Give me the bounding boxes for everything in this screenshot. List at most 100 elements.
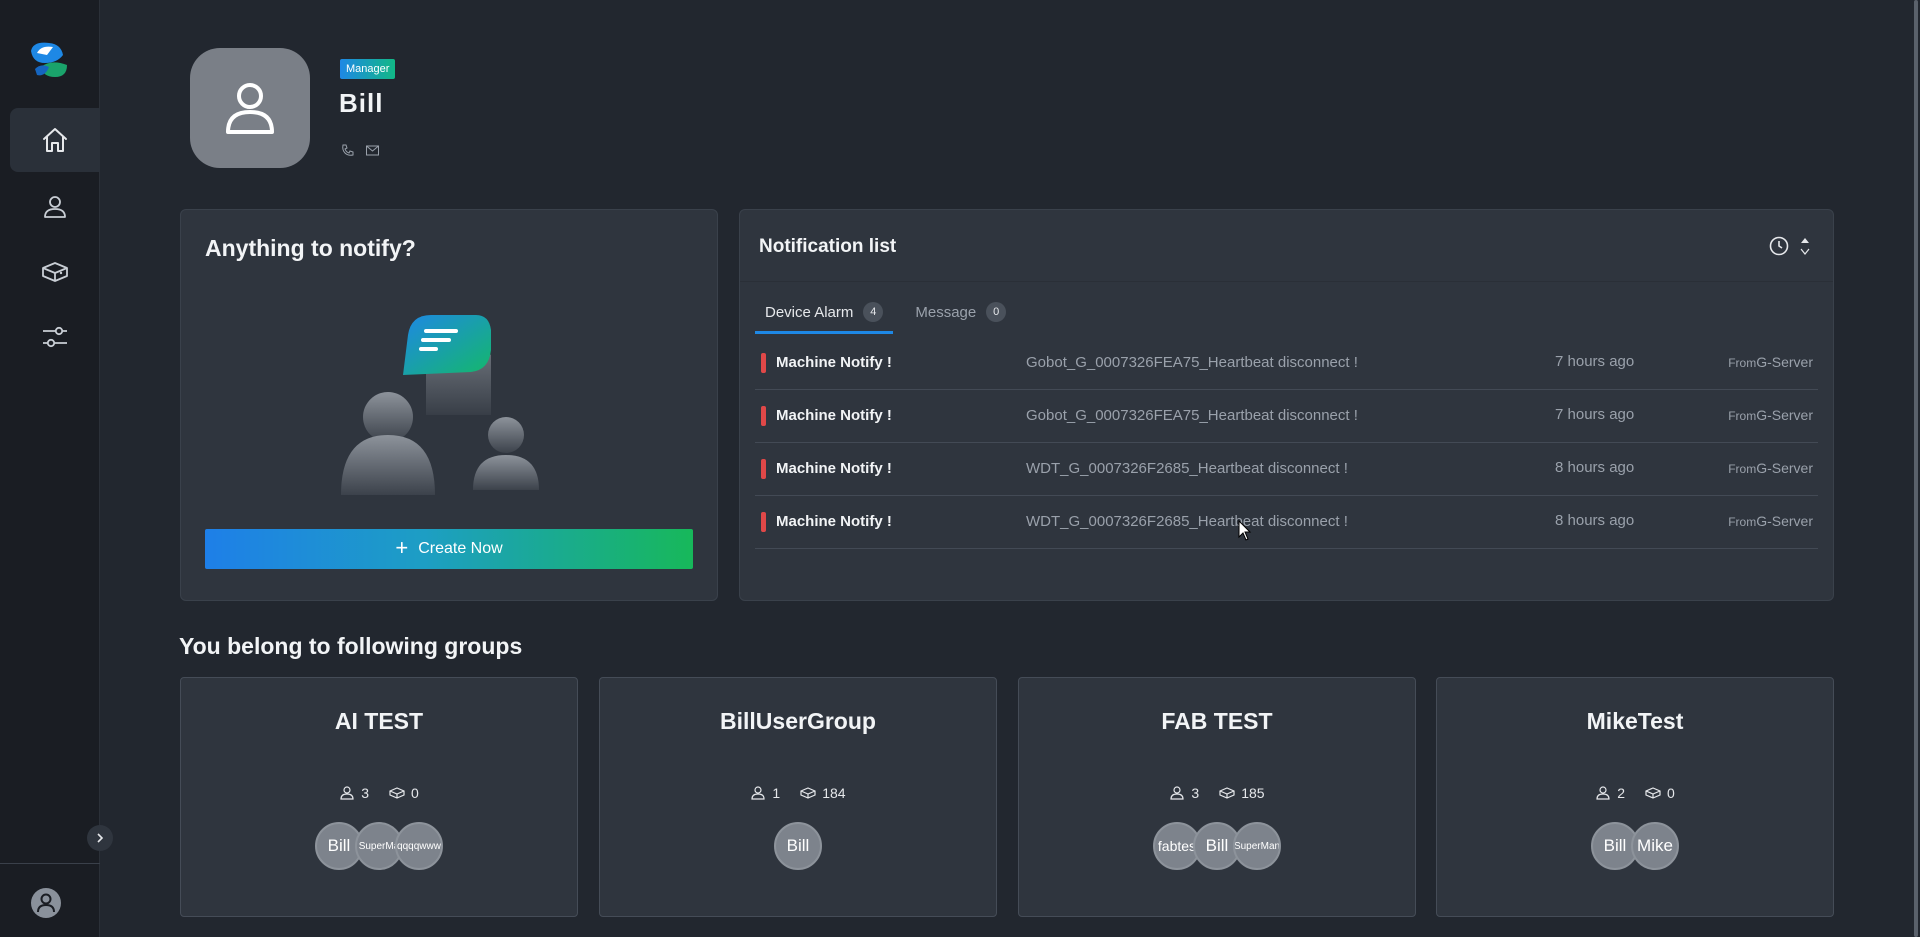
group-card-miketest[interactable]: MikeTest 2 0 Bill Mike — [1436, 677, 1834, 917]
notify-card-title: Anything to notify? — [205, 235, 416, 261]
groups-section-title: You belong to following groups — [179, 633, 523, 659]
app-logo[interactable] — [27, 37, 71, 81]
notification-title: Machine Notify ! — [776, 354, 892, 371]
notification-tabs: Device Alarm 4 Message 0 — [755, 290, 1016, 334]
group-name: FAB TEST — [1161, 708, 1273, 734]
sidebar-item-devices[interactable] — [10, 240, 100, 304]
user-icon — [37, 893, 55, 913]
tab-device-alarm[interactable]: Device Alarm 4 — [755, 290, 894, 334]
chevron-right-icon — [97, 833, 104, 843]
group-name: MikeTest — [1586, 708, 1684, 734]
notification-source: FromG-Server — [1728, 513, 1813, 529]
device-count: 185 — [1241, 785, 1265, 801]
profile-avatar — [190, 48, 310, 168]
from-prefix: From — [1728, 462, 1757, 476]
member-avatar[interactable]: qqqqwww — [395, 822, 443, 870]
device-icon — [1645, 785, 1661, 801]
group-name: AI TEST — [334, 708, 424, 734]
history-clock-icon[interactable] — [1768, 235, 1790, 257]
sidebar-item-home[interactable] — [10, 108, 100, 172]
user-count: 1 — [772, 785, 781, 801]
scrollbar-thumb[interactable] — [1914, 0, 1918, 937]
sidebar-expand-button[interactable] — [87, 825, 113, 851]
group-card-billusergroup[interactable]: BillUserGroup 1 184 Bill — [599, 677, 997, 917]
member-avatar[interactable]: Bill — [774, 822, 822, 870]
member-avatars: Bill SuperMa qqqqwww — [181, 822, 577, 870]
user-icon — [44, 196, 66, 218]
member-avatars: Bill Mike — [1437, 822, 1833, 870]
tab-message[interactable]: Message 0 — [905, 290, 1016, 334]
device-icon — [800, 785, 816, 801]
tab-label: Device Alarm — [765, 303, 854, 321]
create-now-button[interactable]: + Create Now — [205, 529, 693, 569]
device-icon — [42, 262, 68, 282]
group-stats: 3 0 — [181, 785, 577, 801]
from-value: G-Server — [1756, 460, 1813, 476]
member-avatar[interactable]: SuperMan — [1233, 822, 1281, 870]
user-count: 3 — [1191, 785, 1200, 801]
member-avatars: Bill — [600, 822, 996, 870]
user-icon — [226, 83, 274, 134]
device-icon — [389, 785, 405, 801]
notification-title: Machine Notify ! — [776, 513, 892, 530]
group-stats: 2 0 — [1437, 785, 1833, 801]
member-avatars: fabtes Bill SuperMan — [1019, 822, 1415, 870]
notification-source: FromG-Server — [1728, 460, 1813, 476]
notification-message: Gobot_G_0007326FEA75_Heartbeat disconnec… — [1026, 354, 1358, 371]
group-name: BillUserGroup — [720, 708, 876, 734]
notification-title: Machine Notify ! — [776, 407, 892, 424]
account-avatar[interactable] — [31, 888, 61, 918]
notification-list-card: Notification list Device Alarm 4 Message… — [739, 209, 1834, 601]
contact-icons — [340, 143, 380, 158]
sidebar-item-users[interactable] — [10, 175, 100, 239]
create-now-label: Create Now — [418, 540, 503, 557]
user-icon — [1169, 785, 1185, 801]
count-badge: 4 — [863, 302, 884, 322]
phone-icon[interactable] — [340, 143, 355, 158]
user-icon — [339, 785, 355, 801]
group-stats: 1 184 — [600, 785, 996, 801]
notification-source: FromG-Server — [1728, 354, 1813, 370]
from-prefix: From — [1728, 409, 1757, 423]
role-badge: Manager — [340, 59, 396, 79]
from-prefix: From — [1728, 356, 1757, 370]
alarm-indicator — [761, 353, 766, 373]
alarm-indicator — [761, 459, 766, 479]
device-icon — [1219, 785, 1235, 801]
member-avatar[interactable]: Mike — [1631, 822, 1679, 870]
group-card-fab-test[interactable]: FAB TEST 3 185 fabtes Bill SuperMan — [1018, 677, 1416, 917]
alarm-indicator — [761, 512, 766, 532]
page-scrollbar[interactable] — [1912, 0, 1920, 937]
notification-row[interactable]: Machine Notify ! WDT_G_0007326F2685_Hear… — [755, 496, 1818, 549]
sort-icon[interactable] — [1799, 233, 1811, 259]
tab-label: Message — [915, 303, 977, 321]
from-prefix: From — [1728, 515, 1757, 529]
notification-message: WDT_G_0007326F2685_Heartbeat disconnect … — [1026, 460, 1348, 477]
mail-icon[interactable] — [365, 143, 380, 158]
notification-row[interactable]: Machine Notify ! Gobot_G_0007326FEA75_He… — [755, 390, 1818, 443]
from-value: G-Server — [1756, 407, 1813, 423]
notification-row[interactable]: Machine Notify ! Gobot_G_0007326FEA75_He… — [755, 337, 1818, 390]
device-count: 0 — [1667, 785, 1675, 801]
user-icon — [1595, 785, 1611, 801]
sidebar-item-settings[interactable] — [10, 305, 100, 369]
notification-time: 8 hours ago — [1555, 512, 1635, 529]
notification-list-header: Notification list — [740, 210, 1833, 282]
user-count: 2 — [1617, 785, 1625, 801]
mouse-cursor-icon — [1238, 519, 1252, 542]
notification-time: 7 hours ago — [1555, 406, 1635, 423]
count-badge: 0 — [986, 302, 1007, 322]
device-count: 0 — [411, 785, 419, 801]
settings-sliders-icon — [43, 326, 67, 348]
home-icon — [43, 128, 67, 152]
group-card-ai-test[interactable]: AI TEST 3 0 Bill SuperMa qqqqwww — [180, 677, 578, 917]
sidebar — [0, 0, 113, 937]
notification-row[interactable]: Machine Notify ! WDT_G_0007326F2685_Hear… — [755, 443, 1818, 496]
from-value: G-Server — [1756, 513, 1813, 529]
notification-message: Gobot_G_0007326FEA75_Heartbeat disconnec… — [1026, 407, 1358, 424]
sidebar-divider — [0, 863, 100, 864]
from-value: G-Server — [1756, 354, 1813, 370]
notification-time: 7 hours ago — [1555, 353, 1635, 370]
notification-source: FromG-Server — [1728, 407, 1813, 423]
plus-icon: + — [395, 534, 409, 560]
